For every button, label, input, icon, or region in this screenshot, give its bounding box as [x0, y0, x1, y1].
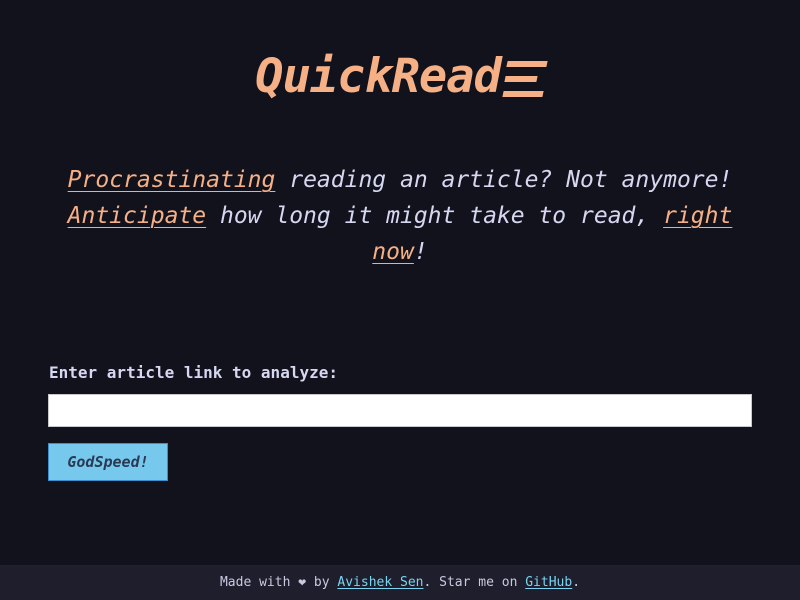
tagline: Procrastinating reading an article? Not …	[50, 162, 750, 270]
heart-icon: ❤	[298, 575, 307, 590]
tagline-text: !	[413, 239, 428, 265]
tagline-highlight-procrastinating: Procrastinating	[67, 167, 276, 193]
footer-text: Made with	[219, 575, 299, 590]
tagline-text: how long it might take to read,	[206, 203, 664, 229]
hamburger-lines-icon	[502, 60, 548, 97]
footer: Made with ❤ by Avishek Sen. Star me on G…	[0, 565, 800, 600]
logo: QuickRead	[0, 49, 800, 105]
page: QuickRead Procrastinating reading an art…	[0, 0, 800, 600]
godspeed-button[interactable]: GodSpeed!	[48, 443, 168, 481]
author-link[interactable]: Avishek Sen	[337, 575, 423, 590]
logo-line	[506, 60, 548, 67]
github-link[interactable]: GitHub	[525, 575, 572, 590]
app-title: QuickRead	[255, 49, 502, 104]
article-link-input[interactable]	[48, 394, 752, 427]
footer-text: by	[306, 575, 338, 590]
footer-text: . Star me on	[423, 575, 526, 590]
logo-inner: QuickRead	[255, 49, 548, 105]
footer-text: .	[572, 575, 581, 590]
logo-line	[502, 90, 544, 97]
logo-line	[504, 75, 538, 82]
article-link-label: Enter article link to analyze:	[49, 363, 338, 382]
tagline-text: reading an article? Not anymore!	[275, 167, 733, 193]
tagline-highlight-anticipate: Anticipate	[67, 203, 207, 229]
